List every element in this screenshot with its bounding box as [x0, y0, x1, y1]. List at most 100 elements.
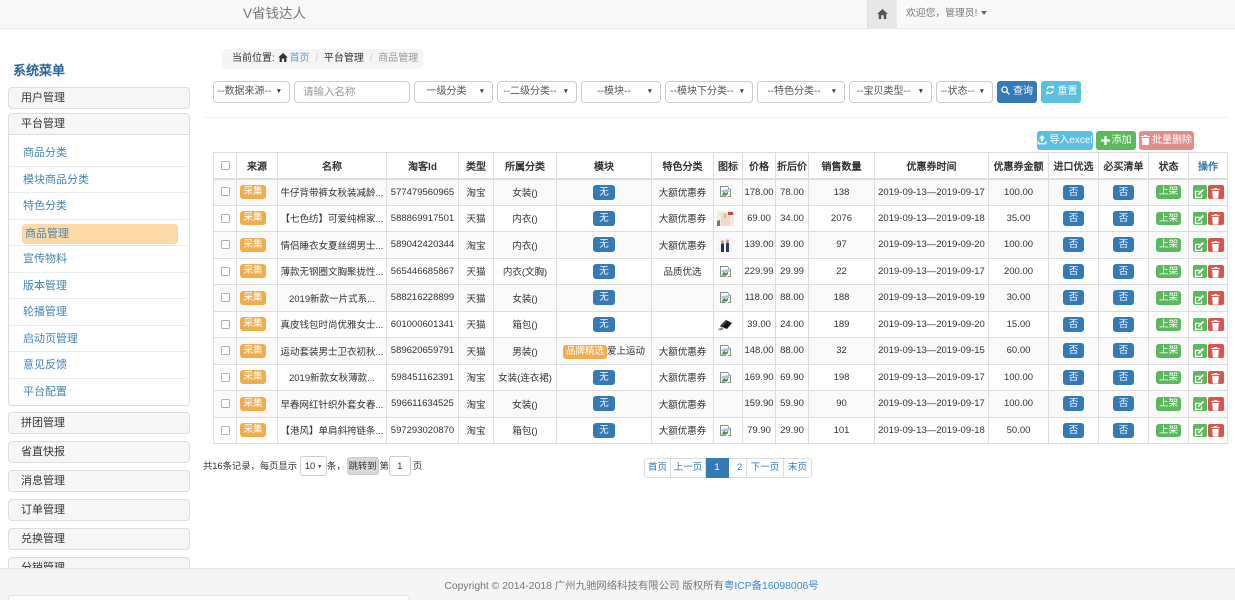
row-checkbox[interactable]: [221, 293, 230, 302]
filter-select-status[interactable]: --状态--▼: [936, 81, 993, 103]
must-buy-badge[interactable]: 否: [1113, 317, 1135, 332]
must-buy-badge[interactable]: 否: [1113, 211, 1135, 226]
must-buy-badge[interactable]: 否: [1113, 264, 1135, 279]
edit-button[interactable]: [1193, 238, 1207, 252]
filter-select-category1[interactable]: 一级分类▼: [414, 81, 493, 103]
edit-button[interactable]: [1193, 265, 1207, 279]
page-last[interactable]: 末页: [784, 458, 812, 478]
breadcrumb-level1[interactable]: 平台管理: [324, 53, 364, 64]
jump-button[interactable]: 跳转到: [347, 457, 379, 475]
edit-button[interactable]: [1193, 318, 1207, 332]
edit-button[interactable]: [1193, 424, 1207, 438]
status-button[interactable]: 上架: [1156, 397, 1180, 411]
filter-select-data-source[interactable]: --数据来源--▼: [213, 81, 290, 103]
filter-select-feature[interactable]: --特色分类--▼: [757, 81, 845, 103]
reset-button[interactable]: 重置: [1041, 81, 1081, 103]
delete-button[interactable]: [1208, 265, 1224, 279]
imported-badge[interactable]: 否: [1063, 264, 1085, 279]
page-prev[interactable]: 上一页: [671, 458, 706, 478]
must-buy-badge[interactable]: 否: [1113, 396, 1135, 411]
sidebar-subitem-goods-category[interactable]: 商品分类: [9, 140, 189, 167]
edit-button[interactable]: [1193, 344, 1207, 358]
delete-button[interactable]: [1208, 318, 1224, 332]
row-checkbox[interactable]: [221, 373, 230, 382]
sidebar-subitem-goods-management[interactable]: 商品管理: [9, 220, 189, 247]
page-size-select[interactable]: 10▼: [300, 456, 327, 476]
row-checkbox[interactable]: [221, 267, 230, 276]
filter-select-item-type[interactable]: --宝贝类型--▼: [849, 81, 932, 103]
edit-button[interactable]: [1193, 185, 1207, 199]
breadcrumb-level2[interactable]: 商品管理: [378, 53, 418, 64]
imported-badge[interactable]: 否: [1063, 211, 1085, 226]
status-button[interactable]: 上架: [1156, 291, 1180, 305]
imported-badge[interactable]: 否: [1063, 317, 1085, 332]
page-2[interactable]: 2: [729, 458, 747, 478]
icp-link[interactable]: 粤ICP备16098006号: [724, 581, 819, 592]
sidebar-group-saving-express[interactable]: 省直快报: [8, 441, 190, 463]
sidebar-group-order-management[interactable]: 订单管理: [8, 499, 190, 521]
select-all-checkbox[interactable]: [221, 161, 230, 170]
status-button[interactable]: 上架: [1156, 212, 1180, 226]
sidebar-subitem-platform-config[interactable]: 平台配置: [9, 379, 189, 406]
row-checkbox[interactable]: [221, 346, 230, 355]
sidebar-subitem-promo-material[interactable]: 宣传物料: [9, 246, 189, 273]
edit-button[interactable]: [1193, 291, 1207, 305]
status-button[interactable]: 上架: [1156, 424, 1180, 438]
delete-button[interactable]: [1208, 397, 1224, 411]
status-button[interactable]: 上架: [1156, 265, 1180, 279]
must-buy-badge[interactable]: 否: [1113, 370, 1135, 385]
imported-badge[interactable]: 否: [1063, 343, 1085, 358]
edit-button[interactable]: [1193, 371, 1207, 385]
imported-badge[interactable]: 否: [1063, 423, 1085, 438]
page-first[interactable]: 首页: [644, 458, 671, 478]
sidebar-group-message-management[interactable]: 消息管理: [8, 470, 190, 492]
page-1[interactable]: 1: [706, 458, 729, 478]
imported-badge[interactable]: 否: [1063, 370, 1085, 385]
row-checkbox[interactable]: [221, 187, 230, 196]
delete-button[interactable]: [1208, 424, 1224, 438]
must-buy-badge[interactable]: 否: [1113, 423, 1135, 438]
page-next[interactable]: 下一页: [747, 458, 784, 478]
imported-badge[interactable]: 否: [1063, 185, 1085, 200]
delete-button[interactable]: [1208, 238, 1224, 252]
row-checkbox[interactable]: [221, 240, 230, 249]
filter-select-module-sub[interactable]: --模块下分类--▼: [665, 81, 753, 103]
row-checkbox[interactable]: [221, 320, 230, 329]
sidebar-group-group-buy-management[interactable]: 拼团管理: [8, 412, 190, 434]
row-checkbox[interactable]: [221, 214, 230, 223]
delete-button[interactable]: [1208, 185, 1224, 199]
breadcrumb-home-link[interactable]: 首页: [278, 53, 310, 64]
row-checkbox[interactable]: [221, 426, 230, 435]
imported-badge[interactable]: 否: [1063, 237, 1085, 252]
must-buy-badge[interactable]: 否: [1113, 237, 1135, 252]
imported-badge[interactable]: 否: [1063, 290, 1085, 305]
must-buy-badge[interactable]: 否: [1113, 343, 1135, 358]
import-excel-button[interactable]: 导入excel: [1037, 131, 1093, 150]
sidebar-group-platform-management[interactable]: 平台管理: [9, 114, 189, 135]
sidebar-subitem-splash-page-management[interactable]: 启动页管理: [9, 326, 189, 353]
batch-delete-button[interactable]: 批量删除: [1139, 131, 1194, 150]
edit-button[interactable]: [1193, 212, 1207, 226]
delete-button[interactable]: [1208, 371, 1224, 385]
sidebar-group-exchange-management[interactable]: 兑换管理: [8, 528, 190, 550]
jump-page-input[interactable]: [389, 456, 411, 476]
status-button[interactable]: 上架: [1156, 238, 1180, 252]
status-button[interactable]: 上架: [1156, 344, 1180, 358]
add-button[interactable]: 添加: [1096, 131, 1136, 150]
delete-button[interactable]: [1208, 291, 1224, 305]
sidebar-subitem-feedback[interactable]: 意见反馈: [9, 352, 189, 379]
name-input[interactable]: [295, 82, 409, 102]
delete-button[interactable]: [1208, 212, 1224, 226]
sidebar-subitem-feature-category[interactable]: 特色分类: [9, 193, 189, 220]
filter-select-module[interactable]: --模块--▼: [581, 81, 661, 103]
must-buy-badge[interactable]: 否: [1113, 290, 1135, 305]
imported-badge[interactable]: 否: [1063, 396, 1085, 411]
row-checkbox[interactable]: [221, 399, 230, 408]
navbar-home-button[interactable]: [867, 0, 897, 28]
status-button[interactable]: 上架: [1156, 371, 1180, 385]
sidebar-subitem-version-management[interactable]: 版本管理: [9, 273, 189, 300]
must-buy-badge[interactable]: 否: [1113, 185, 1135, 200]
delete-button[interactable]: [1208, 344, 1224, 358]
query-button[interactable]: 查询: [997, 81, 1037, 103]
user-menu[interactable]: 欢迎您，管理员!: [906, 0, 987, 28]
